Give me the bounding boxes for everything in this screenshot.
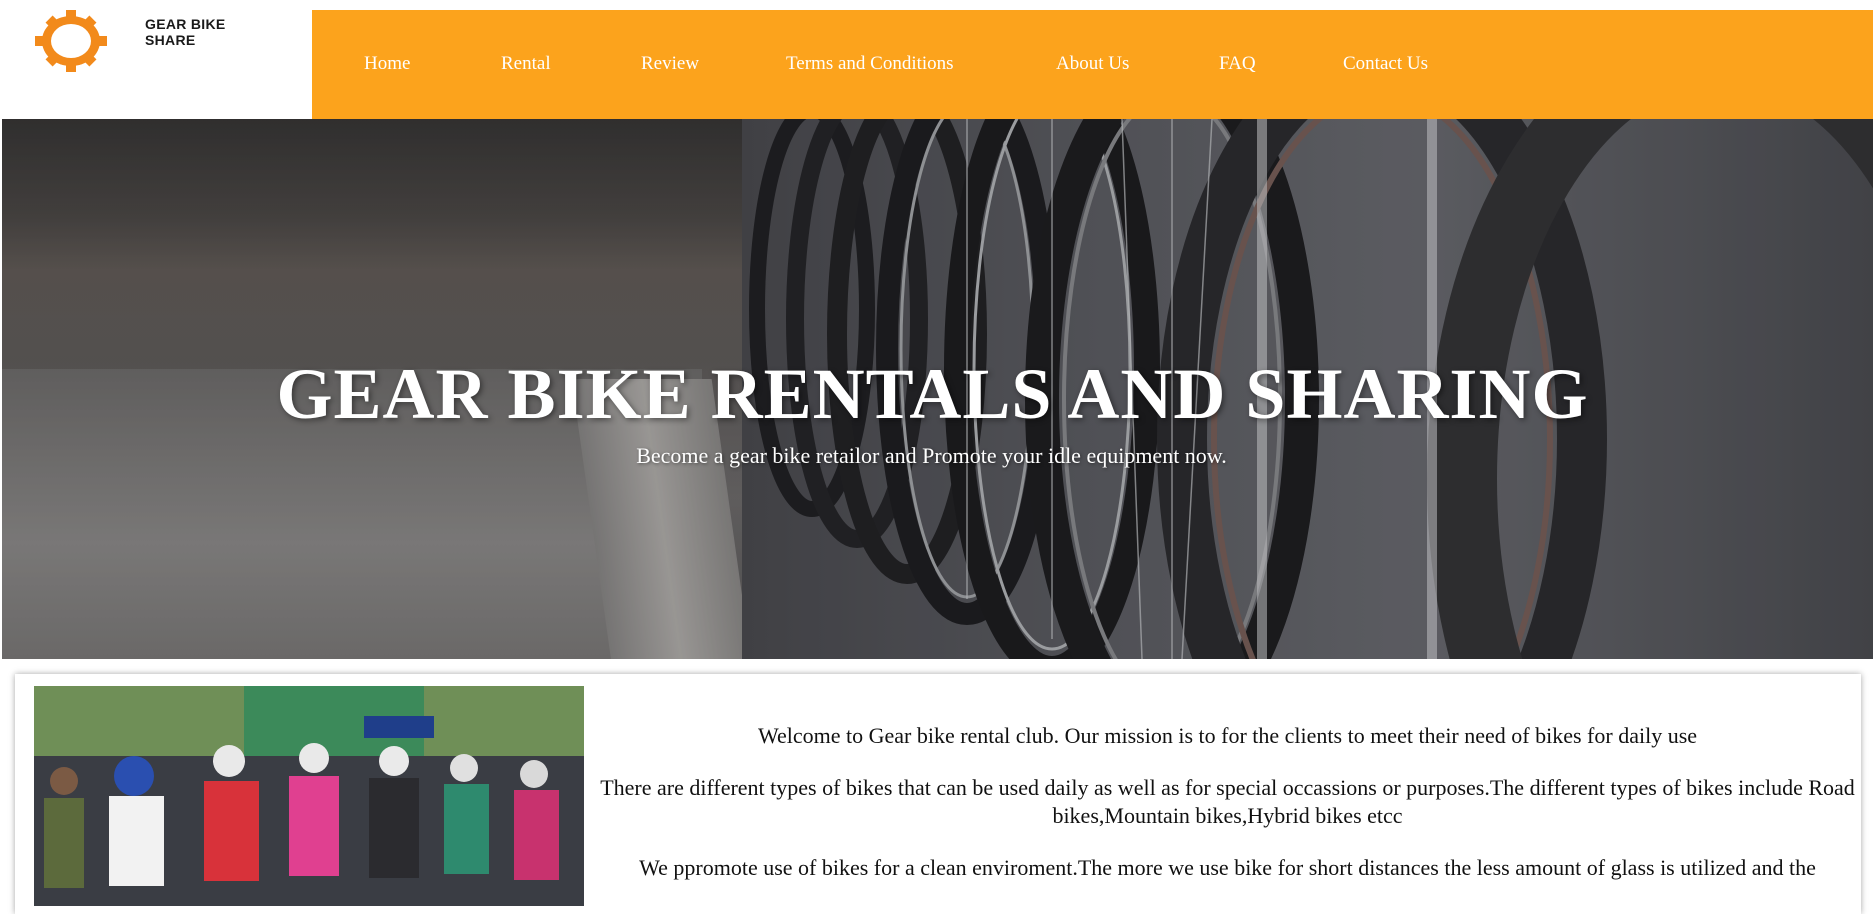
intro-paragraph: Welcome to Gear bike rental club. Our mi… [757, 723, 1698, 748]
intro-paragraph: There are different types of bikes that … [600, 775, 1855, 828]
nav-contact[interactable]: Contact Us [1343, 53, 1428, 75]
intro-card: Welcome to Gear bike rental club. Our mi… [15, 674, 1861, 914]
hero-title: GEAR BIKE RENTALS AND SHARING [276, 354, 1589, 435]
nav-review[interactable]: Review [641, 53, 699, 75]
gear-icon [35, 10, 107, 72]
intro-text: Welcome to Gear bike rental club. Our mi… [600, 722, 1855, 906]
cyclists-photo [34, 686, 584, 906]
brand-name: GEAR BIKE SHARE [145, 16, 226, 48]
nav-rental[interactable]: Rental [501, 53, 551, 75]
nav-terms[interactable]: Terms and Conditions [786, 53, 954, 75]
nav-faq[interactable]: FAQ [1219, 53, 1256, 75]
intro-paragraph: We ppromote use of bikes for a clean env… [639, 855, 1816, 880]
site-logo[interactable]: GEAR BIKE SHARE [0, 0, 312, 119]
cyclists-image [34, 686, 584, 906]
nav-about[interactable]: About Us [1056, 53, 1129, 75]
hero-subtitle: Become a gear bike retailor and Promote … [636, 443, 1227, 468]
hero-banner: GEAR BIKE RENTALS AND SHARING Become a g… [2, 119, 1873, 659]
main-nav: Home Rental Review Terms and Conditions … [312, 10, 1873, 119]
nav-home[interactable]: Home [364, 53, 410, 75]
